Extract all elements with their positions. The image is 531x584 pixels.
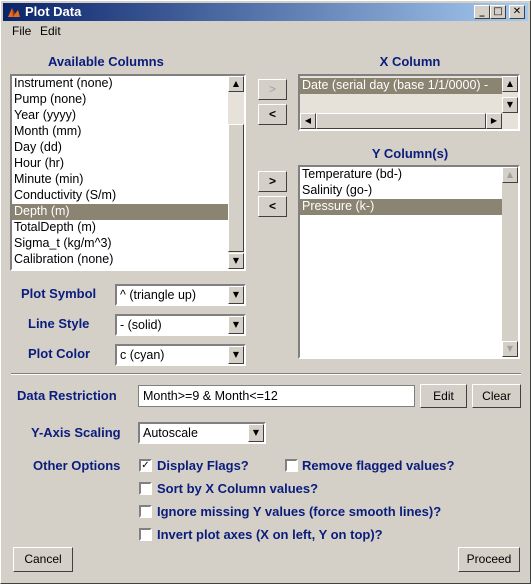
chevron-down-icon[interactable]: ▼ xyxy=(248,424,264,442)
chevron-down-icon[interactable]: ▼ xyxy=(228,346,244,364)
x-scroll-left-icon[interactable]: ◀ xyxy=(300,113,316,129)
ignore-missing-checkbox[interactable] xyxy=(139,505,152,518)
plot-color-label: Plot Color xyxy=(28,346,91,361)
remove-flagged-label: Remove flagged values? xyxy=(302,458,455,473)
plot-color-select[interactable]: c (cyan) ▼ xyxy=(115,344,246,366)
chevron-down-icon[interactable]: ▼ xyxy=(228,286,244,304)
invert-axes-label: Invert plot axes (X on left, Y on top)? xyxy=(157,527,383,542)
cancel-button[interactable]: Cancel xyxy=(13,547,73,572)
x-column-list[interactable]: Date (serial day (base 1/1/0000) - ▲ ▼ ◀… xyxy=(298,74,520,131)
sort-by-x-checkbox[interactable] xyxy=(139,482,152,495)
x-column-vscroll[interactable]: ▲ ▼ xyxy=(502,76,518,113)
scroll-thumb[interactable] xyxy=(228,124,244,252)
sort-by-x-label: Sort by X Column values? xyxy=(157,481,319,496)
separator xyxy=(11,373,521,375)
check-icon: ✓ xyxy=(141,460,150,471)
y-column-item[interactable]: Pressure (k-) xyxy=(300,199,502,215)
plot-symbol-value: ^ (triangle up) xyxy=(120,288,197,302)
edit-restriction-button[interactable]: Edit xyxy=(420,384,467,408)
data-restriction-label: Data Restriction xyxy=(17,388,117,403)
available-column-item[interactable]: Minute (min) xyxy=(12,172,228,188)
add-y-column-button[interactable]: > xyxy=(258,171,287,192)
x-scroll-down-icon[interactable]: ▼ xyxy=(502,97,518,113)
x-scroll-right-icon[interactable]: ▶ xyxy=(486,113,502,129)
window-title: Plot Data xyxy=(25,4,82,19)
y-scroll-up-icon[interactable]: ▲ xyxy=(502,167,518,183)
y-axis-scaling-label: Y-Axis Scaling xyxy=(31,425,121,440)
available-column-item[interactable]: Year (yyyy) xyxy=(12,108,228,124)
y-columns-list[interactable]: Temperature (bd-) Salinity (go-) Pressure … xyxy=(298,165,520,359)
available-column-item[interactable]: Conductivity (S/m) xyxy=(12,188,228,204)
available-columns-list[interactable]: Instrument (none) Pump (none) Year (yyyy) M… xyxy=(10,74,246,271)
scroll-down-icon[interactable]: ▼ xyxy=(228,253,244,269)
available-column-item[interactable]: Instrument (none) xyxy=(12,76,228,92)
available-column-item[interactable]: Depth (m) xyxy=(12,204,228,220)
proceed-button[interactable]: Proceed xyxy=(458,547,520,572)
x-scroll-up-icon[interactable]: ▲ xyxy=(502,76,518,92)
remove-flagged-checkbox[interactable] xyxy=(285,459,298,472)
add-x-column-button[interactable]: > xyxy=(258,79,287,100)
matlab-logo-icon xyxy=(8,8,20,17)
chevron-down-icon[interactable]: ▼ xyxy=(228,316,244,334)
line-style-select[interactable]: - (solid) ▼ xyxy=(115,314,246,336)
y-columns-scrollbar[interactable]: ▲ ▼ xyxy=(502,167,518,357)
scroll-up-icon[interactable]: ▲ xyxy=(228,76,244,92)
display-flags-label: Display Flags? xyxy=(157,458,249,473)
plot-symbol-label: Plot Symbol xyxy=(21,286,97,301)
plot-symbol-select[interactable]: ^ (triangle up) ▼ xyxy=(115,284,246,306)
maximize-button[interactable]: □ xyxy=(490,5,506,19)
available-columns-scrollbar[interactable]: ▲ ▼ xyxy=(228,76,244,269)
available-column-item[interactable]: Month (mm) xyxy=(12,124,228,140)
display-flags-checkbox[interactable]: ✓ xyxy=(139,459,152,472)
available-column-item[interactable]: Calibration (none) xyxy=(12,252,228,268)
data-restriction-input[interactable]: Month>=9 & Month<=12 xyxy=(138,385,415,407)
clear-restriction-button[interactable]: Clear xyxy=(472,384,521,408)
x-column-value[interactable]: Date (serial day (base 1/1/0000) - xyxy=(300,78,504,94)
remove-x-column-button[interactable]: < xyxy=(258,104,287,125)
menu-bar: File Edit xyxy=(3,22,528,40)
available-columns-label: Available Columns xyxy=(48,54,164,69)
y-scroll-down-icon[interactable]: ▼ xyxy=(502,341,518,357)
y-column-item[interactable]: Temperature (bd-) xyxy=(300,167,502,183)
line-style-label: Line Style xyxy=(28,316,90,331)
menu-edit[interactable]: Edit xyxy=(40,24,61,38)
ignore-missing-label: Ignore missing Y values (force smooth li… xyxy=(157,504,442,519)
x-column-hscroll[interactable]: ◀ ▶ xyxy=(300,113,518,129)
y-column-item[interactable]: Salinity (go-) xyxy=(300,183,502,199)
invert-axes-checkbox[interactable] xyxy=(139,528,152,541)
available-column-item[interactable]: TotalDepth (m) xyxy=(12,220,228,236)
x-column-label: X Column xyxy=(379,54,441,69)
line-style-value: - (solid) xyxy=(120,318,162,332)
close-button[interactable]: ✕ xyxy=(509,5,525,19)
menu-file[interactable]: File xyxy=(12,24,31,38)
available-column-item[interactable]: Pump (none) xyxy=(12,92,228,108)
y-axis-scaling-value: Autoscale xyxy=(143,426,198,440)
available-column-item[interactable]: Day (dd) xyxy=(12,140,228,156)
title-bar[interactable]: Plot Data _ □ ✕ xyxy=(3,3,528,21)
minimize-button[interactable]: _ xyxy=(474,5,490,19)
plot-color-value: c (cyan) xyxy=(120,348,165,362)
available-column-item[interactable]: Sigma_t (kg/m^3) xyxy=(12,236,228,252)
remove-y-column-button[interactable]: < xyxy=(258,196,287,217)
x-hscroll-thumb[interactable] xyxy=(316,113,486,129)
y-axis-scaling-select[interactable]: Autoscale ▼ xyxy=(138,422,266,444)
y-columns-label: Y Column(s) xyxy=(371,146,449,161)
available-column-item[interactable]: Hour (hr) xyxy=(12,156,228,172)
plot-data-window: Plot Data _ □ ✕ File Edit Available Colu… xyxy=(0,0,531,584)
other-options-label: Other Options xyxy=(33,458,121,473)
